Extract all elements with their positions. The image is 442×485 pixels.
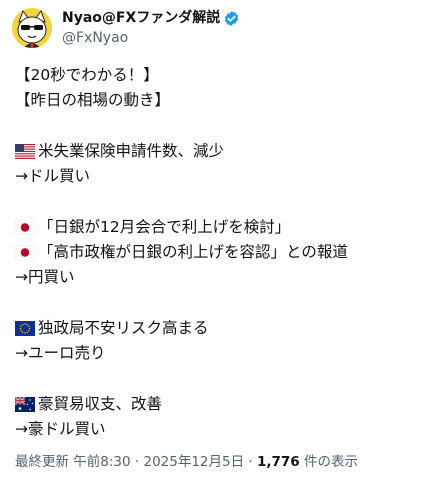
us-flag-icon bbox=[15, 144, 35, 160]
line-text: 「高市政権が日銀の利上げを容認」との報道 bbox=[38, 243, 348, 262]
line-text: →円買い bbox=[15, 268, 75, 287]
author-display-name[interactable]: Nyao@FXファンダ解説 bbox=[62, 8, 220, 28]
cat-avatar-icon[interactable] bbox=[12, 8, 52, 48]
tweet-line: 独政局不安リスク高まる bbox=[15, 316, 435, 341]
tweet-line: 「高市政権が日銀の利上げを容認」との報道 bbox=[15, 240, 435, 265]
tweet-line: 【昨日の相場の動き】 bbox=[15, 88, 435, 113]
japan-flag-icon bbox=[15, 245, 35, 261]
author-names: Nyao@FXファンダ解説 @FxNyao bbox=[62, 8, 240, 48]
line-text: →ドル買い bbox=[15, 167, 90, 186]
verified-badge-icon[interactable] bbox=[223, 10, 240, 27]
tweet-line: →円買い bbox=[15, 265, 435, 290]
line-text: 豪貿易収支、改善 bbox=[38, 394, 163, 413]
line-text: →豪ドル買い bbox=[15, 420, 106, 439]
tweet-line: →ドル買い bbox=[15, 164, 435, 189]
line-text: 【20秒でわかる！】 bbox=[15, 66, 159, 84]
line-text: 米失業保険申請件数、減少 bbox=[38, 141, 225, 160]
line-text: 【昨日の相場の動き】 bbox=[15, 91, 171, 110]
view-count: 1,776 bbox=[256, 454, 300, 470]
tweet-line: →豪ドル買い bbox=[15, 417, 435, 442]
timestamp[interactable]: 最終更新 午前8:30 · 2025年12月5日 · bbox=[15, 454, 257, 470]
line-text: 独政局不安リスク高まる bbox=[38, 318, 209, 337]
tweet-text: 【20秒でわかる！】 【昨日の相場の動き】 米失業保険申請件数、減少 →ドル買い… bbox=[15, 63, 435, 442]
tweet-meta: 最終更新 午前8:30 · 2025年12月5日 · 1,776 件の表示 bbox=[15, 452, 358, 472]
japan-flag-icon bbox=[15, 219, 35, 235]
line-text: 「日銀が12月会合で利上げを検討」 bbox=[38, 217, 291, 236]
tweet-line: 豪貿易収支、改善 bbox=[15, 392, 435, 417]
tweet-line: 【20秒でわかる！】 bbox=[15, 63, 435, 88]
australia-flag-icon bbox=[15, 397, 35, 412]
view-count-label: 件の表示 bbox=[299, 454, 358, 470]
author-handle[interactable]: @FxNyao bbox=[62, 28, 240, 48]
tweet-line: 「日銀が12月会合で利上げを検討」 bbox=[15, 215, 435, 240]
tweet-line: →ユーロ売り bbox=[15, 341, 435, 366]
line-text: →ユーロ売り bbox=[15, 344, 106, 363]
tweet-line: 米失業保険申請件数、減少 bbox=[15, 139, 435, 164]
eu-flag-icon bbox=[15, 321, 35, 337]
tweet-header: Nyao@FXファンダ解説 @FxNyao bbox=[12, 6, 240, 50]
